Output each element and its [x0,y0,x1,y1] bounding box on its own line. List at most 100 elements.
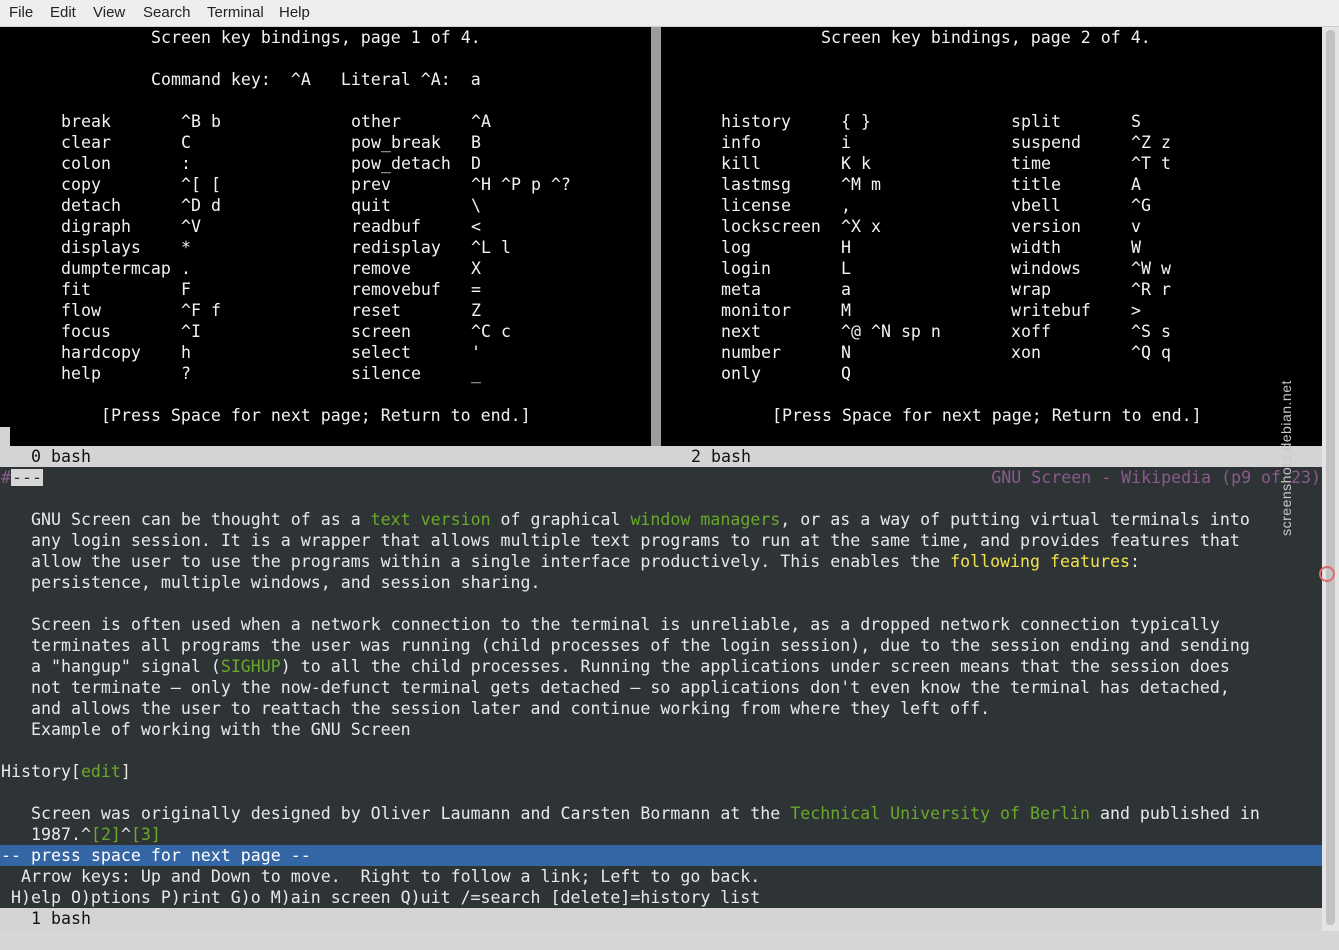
key-binding: ^I [181,322,201,341]
command-name: meta [721,280,761,299]
window-status-left[interactable]: 0 bash [0,446,651,467]
key-binding: ^Z z [1131,133,1171,152]
command-name: fit [61,280,91,299]
key-binding: { } [841,112,871,131]
link-text-version[interactable]: text version [371,510,491,529]
link-tu-berlin[interactable]: Technical University of Berlin [790,804,1090,823]
link-edit[interactable]: edit [81,762,121,781]
key-binding: W [1131,238,1141,257]
lynx-browser-pane[interactable]: # --- GNU Screen - Wikipedia (p9 of 23) … [0,467,1322,908]
command-name: lastmsg [721,175,791,194]
key-binding: ^V [181,217,201,236]
lynx-help-line-2: H)elp O)ptions P)rint G)o M)ain screen Q… [11,888,761,907]
key-binding: L [841,259,851,278]
menu-bar: File Edit View Search Terminal Help [0,0,1339,27]
command-name: clear [61,133,111,152]
command-name: quit [351,196,391,215]
menu-terminal[interactable]: Terminal [207,4,264,21]
command-name: suspend [1011,133,1081,152]
command-name: version [1011,217,1081,236]
watermark-text: screenshots.debian.net [1277,380,1294,536]
key-binding: M [841,301,851,320]
command-name: pow_detach [351,154,451,173]
paragraph-line: and allows the user to reattach the sess… [31,699,991,718]
key-binding: ^D d [181,196,221,215]
key-binding: ^L l [471,238,511,257]
command-name: log [721,238,751,257]
key-binding: Q [841,364,851,383]
command-name: history [721,112,791,131]
menu-search[interactable]: Search [143,4,191,21]
link-ref-2[interactable]: [2] [91,825,121,844]
key-binding: * [181,238,191,257]
section-heading-history: History[edit] [1,762,131,781]
window-label: 1 bash [31,909,91,928]
keybindings-title: Screen key bindings, page 2 of 4. [821,28,1151,47]
lynx-top-box: --- [11,468,43,487]
key-binding: K k [841,154,871,173]
key-binding: ^Q q [1131,343,1171,362]
window-status-bottom[interactable]: 1 bash [0,908,1322,931]
link-sighup[interactable]: SIGHUP [221,657,281,676]
command-name: xoff [1011,322,1051,341]
key-binding: h [181,343,191,362]
command-name: copy [61,175,101,194]
key-binding: ^M m [841,175,881,194]
window-status-right[interactable]: 2 bash [651,446,1322,467]
key-binding: B [471,133,481,152]
key-binding: S [1131,112,1141,131]
command-name: detach [61,196,121,215]
press-space-bar: -- press space for next page -- [0,845,1322,866]
link-ref-3[interactable]: [3] [131,825,161,844]
key-binding: H [841,238,851,257]
command-name: wrap [1011,280,1051,299]
command-name: license [721,196,791,215]
key-binding: C [181,133,191,152]
cursor-block [0,427,10,447]
command-name: writebuf [1011,301,1091,320]
key-binding: _ [471,364,481,383]
paragraph-line: terminates all programs the user was run… [31,636,1250,655]
menu-view[interactable]: View [93,4,125,21]
command-name: redisplay [351,238,441,257]
paragraph-line: Screen was originally designed by Oliver… [31,804,1260,823]
command-name: split [1011,112,1061,131]
command-key-line: Command key: ^A Literal ^A: a [151,70,481,89]
pane-divider[interactable] [651,27,661,447]
command-name: vbell [1011,196,1061,215]
command-name: next [721,322,761,341]
link-window-managers[interactable]: window managers [630,510,780,529]
command-name: prev [351,175,391,194]
menu-help[interactable]: Help [279,4,310,21]
key-binding: ^B b [181,112,221,131]
key-binding: < [471,217,481,236]
screen-pane-left[interactable]: Screen key bindings, page 1 of 4. Comman… [0,27,651,447]
paragraph-line: GNU Screen can be thought of as a text v… [31,510,1250,529]
paragraph-line: persistence, multiple windows, and sessi… [31,573,541,592]
paragraph-line: Screen is often used when a network conn… [31,615,1220,634]
command-name: reset [351,301,401,320]
keybindings-title: Screen key bindings, page 1 of 4. [151,28,481,47]
image-caption: Example of working with the GNU Screen [31,720,411,739]
keybindings-footer: [Press Space for next page; Return to en… [101,406,531,425]
menu-edit[interactable]: Edit [50,4,76,21]
key-binding: v [1131,217,1141,236]
screen-pane-right[interactable]: Screen key bindings, page 2 of 4. histor… [661,27,1322,447]
key-binding: ? [181,364,191,383]
command-name: screen [351,322,411,341]
key-binding: ^G [1131,196,1151,215]
command-name: login [721,259,771,278]
key-binding: Z [471,301,481,320]
link-following-features[interactable]: following features [950,552,1130,571]
key-binding: a [841,280,851,299]
lynx-help-line-1: Arrow keys: Up and Down to move. Right t… [21,867,761,886]
command-name: kill [721,154,761,173]
paragraph-line: any login session. It is a wrapper that … [31,531,1240,550]
key-binding: ^R r [1131,280,1171,299]
key-binding: ^C c [471,322,511,341]
key-binding: ^H ^P p ^? [471,175,571,194]
menu-file[interactable]: File [9,4,33,21]
key-binding: ^T t [1131,154,1171,173]
key-binding: ^W w [1131,259,1171,278]
key-binding: , [841,196,851,215]
